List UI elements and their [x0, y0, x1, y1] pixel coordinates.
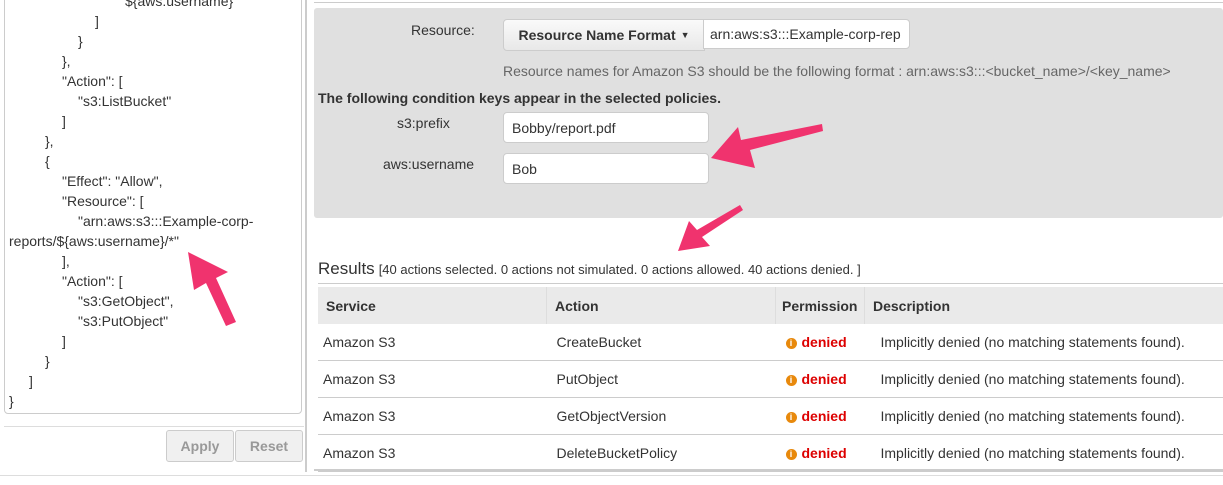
arrow-annotation	[711, 124, 823, 168]
arrow-annotation	[188, 252, 236, 326]
annotation-arrows	[188, 124, 823, 326]
arrow-annotation	[678, 205, 743, 251]
